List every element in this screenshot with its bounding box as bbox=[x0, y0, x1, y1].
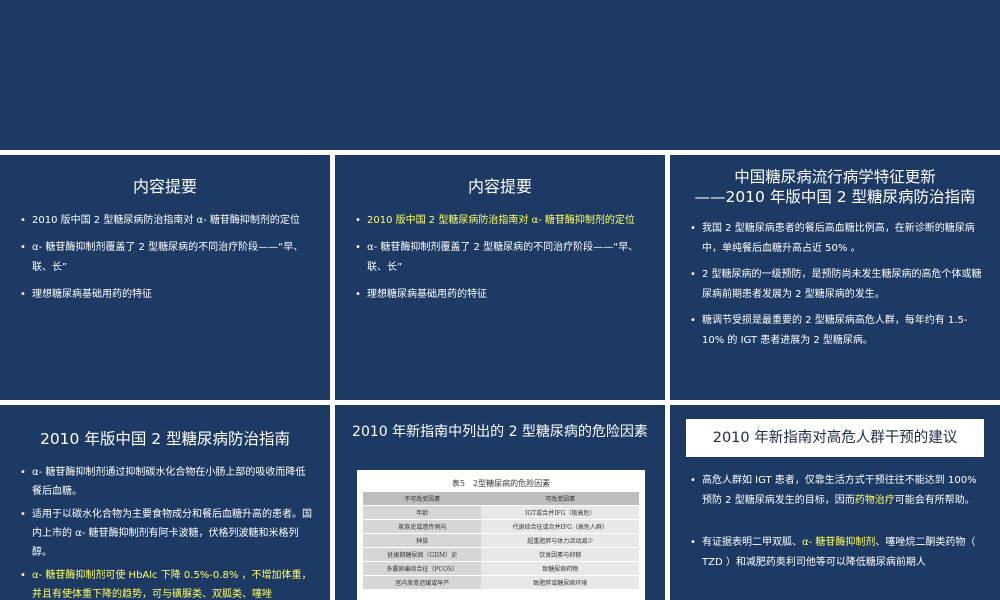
table-cell: 超重肥胖与体力活动减少 bbox=[481, 533, 639, 548]
bullet-item: α- 糖苷酶抑制剂覆盖了 2 型糖尿病的不同治疗阶段——“早、联、长” bbox=[355, 238, 647, 278]
table-row: 年龄 IGT或合并IFG（极高危） bbox=[363, 505, 639, 520]
slide-thumbnail-1[interactable]: 内容提要 2010 版中国 2 型糖尿病防治指南对 α- 糖苷酶抑制剂的定位 α… bbox=[0, 155, 330, 400]
slide-title: 内容提要 bbox=[467, 177, 532, 196]
table-header: 可改变因素 bbox=[481, 492, 639, 506]
bullet-text: 有证据表明二甲双胍、 bbox=[702, 537, 802, 548]
bullet-item: 2010 版中国 2 型糖尿病防治指南对 α- 糖苷酶抑制剂的定位 bbox=[20, 211, 312, 231]
bullet-item-highlighted: α- 糖苷酶抑制剂可使 HbAlc 下降 0.5%-0.8% ，不增加体重，并且… bbox=[20, 566, 312, 600]
highlighted-text: 药物治疗 bbox=[854, 495, 895, 506]
bullet-item: 高危人群如 IGT 患者，仅靠生活方式干预往往不能达到 100% 预防 2 型糖… bbox=[690, 471, 982, 511]
risk-factor-table-image: 表5 2型糖尿病的危险因素 不可改变因素 可改变因素 年龄 IGT或合并IFG（… bbox=[357, 470, 645, 600]
table-cell: 妊娠期糖尿病（GDM）史 bbox=[363, 547, 482, 562]
table-caption: 表5 2型糖尿病的危险因素 bbox=[451, 479, 551, 488]
table-cell: 家族史或遗传倾向 bbox=[363, 519, 482, 534]
bullet-item: α- 糖苷酶抑制剂通过抑制碳水化合物在小肠上部的吸收而降低餐后血糖。 bbox=[20, 463, 312, 501]
slide-thumbnail-4[interactable]: 2010 年版中国 2 型糖尿病防治指南 α- 糖苷酶抑制剂通过抑制碳水化合物在… bbox=[0, 405, 330, 600]
table-cell: 种族 bbox=[363, 533, 482, 548]
table-header: 不可改变因素 bbox=[363, 492, 482, 506]
bullet-item: 理想糖尿病基础用药的特征 bbox=[20, 285, 312, 305]
bullet-item: 适用于以碳水化合物为主要食物成分和餐后血糖升高的患者。国内上市的 α- 糖苷酶抑… bbox=[20, 505, 312, 562]
slide-thumbnail-2[interactable]: 内容提要 2010 版中国 2 型糖尿病防治指南对 α- 糖苷酶抑制剂的定位 α… bbox=[335, 155, 665, 400]
bullet-text: 可能会有所帮助。 bbox=[894, 495, 975, 506]
table-row: 宫内发育迟缓或早产 致肥胖或糖尿病环境 bbox=[363, 575, 639, 589]
slide-title: 2010 年新指南中列出的 2 型糖尿病的危险因素 bbox=[352, 424, 648, 440]
slide-thumbnail-6[interactable]: 2010 年新指南对高危人群干预的建议 高危人群如 IGT 患者，仅靠生活方式干… bbox=[670, 405, 1000, 600]
title-line: ——2010 年版中国 2 型糖尿病防治指南 bbox=[694, 188, 976, 206]
slide-title: 中国糖尿病流行病学特征更新 ——2010 年版中国 2 型糖尿病防治指南 bbox=[670, 167, 1000, 207]
slide-title: 2010 年新指南对高危人群干预的建议 bbox=[686, 419, 984, 457]
table-cell: 致肥胖或糖尿病环境 bbox=[481, 575, 639, 589]
bullet-item: 理想糖尿病基础用药的特征 bbox=[355, 285, 647, 305]
table-row: 种族 超重肥胖与体力活动减少 bbox=[363, 533, 639, 548]
bullet-item: 2 型糖尿病的一级预防，是预防尚未发生糖尿病的高危个体或糖尿病前期患者发展为 2… bbox=[690, 265, 982, 305]
top-slide-banner[interactable] bbox=[0, 0, 1000, 150]
bullet-list: α- 糖苷酶抑制剂通过抑制碳水化合物在小肠上部的吸收而降低餐后血糖。 适用于以碳… bbox=[0, 463, 330, 600]
slide-thumbnail-5[interactable]: 2010 年新指南中列出的 2 型糖尿病的危险因素 表5 2型糖尿病的危险因素 … bbox=[335, 405, 665, 600]
risk-factor-table: 不可改变因素 可改变因素 年龄 IGT或合并IFG（极高危） 家族史或遗传倾向 … bbox=[363, 492, 639, 589]
bullet-item-highlighted: 2010 版中国 2 型糖尿病防治指南对 α- 糖苷酶抑制剂的定位 bbox=[355, 211, 647, 231]
bullet-item: 有证据表明二甲双胍、α- 糖苷酶抑制剂、噻唑烷二酮类药物（ TZD ）和减肥药奥… bbox=[690, 533, 982, 573]
bullet-list: 2010 版中国 2 型糖尿病防治指南对 α- 糖苷酶抑制剂的定位 α- 糖苷酶… bbox=[335, 211, 665, 305]
table-row: 妊娠期糖尿病（GDM）史 饮食因素与抑郁 bbox=[363, 547, 639, 562]
bullet-item: 糖调节受损是最重要的 2 型糖尿病高危人群，每年约有 1.5-10% 的 IGT… bbox=[690, 311, 982, 351]
slide-thumbnail-3[interactable]: 中国糖尿病流行病学特征更新 ——2010 年版中国 2 型糖尿病防治指南 我国 … bbox=[670, 155, 1000, 400]
table-cell: IGT或合并IFG（极高危） bbox=[481, 505, 639, 520]
table-cell: 宫内发育迟缓或早产 bbox=[363, 575, 482, 589]
table-cell: 致糖尿病药物 bbox=[481, 561, 639, 576]
table-row: 多囊卵巢综合征（PCOS） 致糖尿病药物 bbox=[363, 561, 639, 576]
bullet-item: α- 糖苷酶抑制剂覆盖了 2 型糖尿病的不同治疗阶段——“早、联、长” bbox=[20, 238, 312, 278]
table-cell: 多囊卵巢综合征（PCOS） bbox=[363, 561, 482, 576]
slide-title: 2010 年版中国 2 型糖尿病防治指南 bbox=[39, 430, 291, 448]
table-row: 家族史或遗传倾向 代谢综合征或合并IFG（高危人群） bbox=[363, 519, 639, 534]
slide-title: 内容提要 bbox=[132, 177, 197, 196]
bullet-list: 高危人群如 IGT 患者，仅靠生活方式干预往往不能达到 100% 预防 2 型糖… bbox=[670, 471, 1000, 573]
table-cell: 年龄 bbox=[363, 505, 482, 520]
highlighted-text: α- 糖苷酶抑制剂 bbox=[802, 537, 876, 548]
table-cell: 代谢综合征或合并IFG（高危人群） bbox=[481, 519, 639, 534]
bullet-list: 2010 版中国 2 型糖尿病防治指南对 α- 糖苷酶抑制剂的定位 α- 糖苷酶… bbox=[0, 211, 330, 305]
bullet-list: 我国 2 型糖尿病患者的餐后高血糖比例高，在新诊断的糖尿病中，单纯餐后血糖升高占… bbox=[670, 219, 1000, 351]
table-cell: 饮食因素与抑郁 bbox=[481, 547, 639, 562]
bullet-item: 我国 2 型糖尿病患者的餐后高血糖比例高，在新诊断的糖尿病中，单纯餐后血糖升高占… bbox=[690, 219, 982, 259]
title-line: 中国糖尿病流行病学特征更新 bbox=[734, 168, 936, 186]
